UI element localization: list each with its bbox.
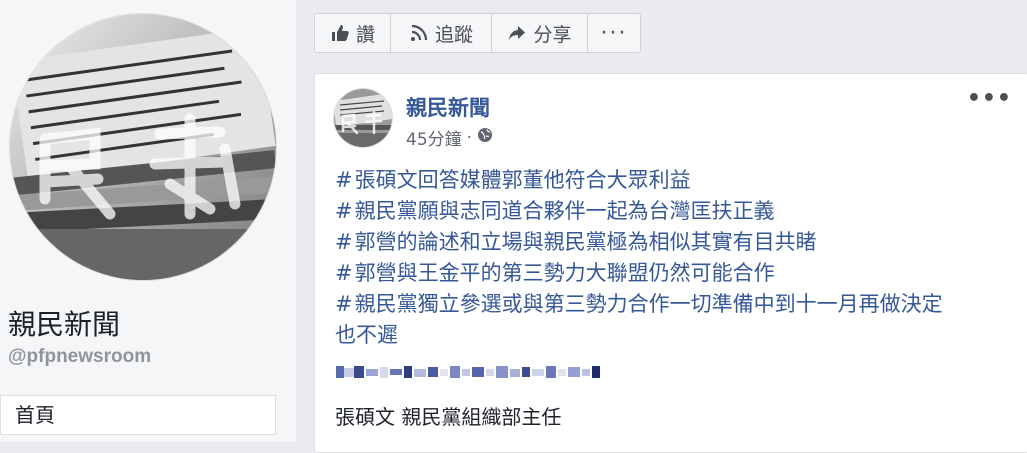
hashtag-link[interactable]: #親民黨獨立參選或與第三勢力合作一切準備中到十一月再做決定	[335, 289, 1015, 320]
post-options-icon[interactable]: •••	[967, 86, 1012, 111]
post-caption: 張碩文 親民黨組織部主任	[335, 405, 562, 429]
follow-label: 追蹤	[434, 23, 473, 46]
hashtag-link[interactable]: #郭營的論述和立場與親民黨極為相似其實有目共睹	[335, 227, 1015, 258]
hashtag-link[interactable]: #親民黨願與志同道合夥伴一起為台灣匡扶正義	[335, 196, 1015, 227]
thumbs-up-icon	[330, 23, 350, 43]
pixelated-link[interactable]	[336, 361, 606, 387]
more-options-button[interactable]: ···	[588, 14, 640, 52]
post-timestamp[interactable]: 45分鐘	[406, 125, 462, 150]
hashtag-link[interactable]: #張碩文回答媒體郭董他符合大眾利益	[335, 165, 1015, 196]
right-column: 讚 追蹤 分享 ··· 親民新聞 45分鐘 · ••• #張碩文回答媒體郭董他符…	[296, 0, 1027, 453]
post-author-name[interactable]: 親民新聞	[406, 92, 490, 122]
post-card: 親民新聞 45分鐘 · ••• #張碩文回答媒體郭董他符合大眾利益 #親民黨願與…	[314, 73, 1027, 453]
left-column: 親民新聞 @pfpnewsroom 首頁	[0, 0, 296, 442]
globe-icon[interactable]	[477, 127, 493, 148]
page-handle[interactable]: @pfpnewsroom	[8, 346, 151, 368]
nav-item-home[interactable]: 首頁	[0, 395, 276, 435]
page-name[interactable]: 親民新聞	[8, 303, 120, 343]
hashtag-link[interactable]: #郭營與王金平的第三勢力大聯盟仍然可能合作	[335, 258, 1015, 289]
redacted-url-image	[336, 366, 600, 378]
hashtag-text: 郭營的論述和立場與親民黨極為相似其實有目共睹	[354, 230, 817, 254]
page-action-bar: 讚 追蹤 分享 ···	[314, 13, 641, 53]
hashtag-tail: 也不遲	[335, 323, 398, 347]
like-label: 讚	[355, 23, 375, 46]
hashtag-text: 郭營與王金平的第三勢力大聯盟仍然可能合作	[354, 261, 775, 285]
post-meta: 45分鐘 ·	[406, 125, 493, 150]
meta-separator: ·	[466, 127, 473, 148]
hashtag-text: 親民黨獨立參選或與第三勢力合作一切準備中到十一月再做決定	[354, 292, 943, 316]
follow-button[interactable]: 追蹤	[391, 14, 492, 52]
newspaper-image-icon	[10, 14, 276, 280]
rss-icon	[409, 23, 429, 43]
hashtag-text: 親民黨願與志同道合夥伴一起為台灣匡扶正義	[354, 199, 775, 223]
post-body: #張碩文回答媒體郭董他符合大眾利益 #親民黨願與志同道合夥伴一起為台灣匡扶正義 …	[335, 165, 1015, 351]
newspaper-avatar-icon	[334, 89, 392, 147]
like-button[interactable]: 讚	[315, 14, 391, 52]
share-label: 分享	[533, 23, 572, 46]
profile-picture[interactable]	[10, 14, 276, 280]
share-button[interactable]: 分享	[492, 14, 588, 52]
hashtag-text: 張碩文回答媒體郭董他符合大眾利益	[354, 168, 691, 192]
post-author-avatar[interactable]	[334, 89, 392, 147]
share-arrow-icon	[507, 23, 527, 43]
